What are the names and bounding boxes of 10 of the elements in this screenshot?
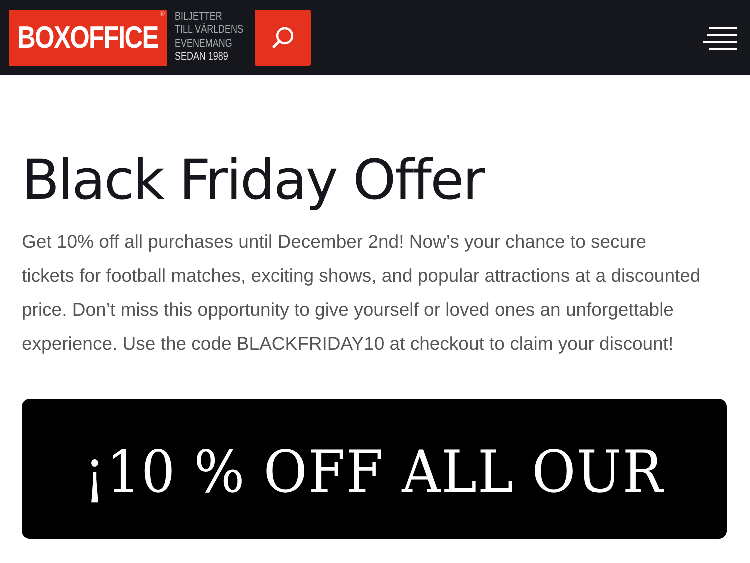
logo-tagline: TILL VÄRLDENS <box>175 24 244 38</box>
search-button[interactable] <box>254 10 311 66</box>
article-body: Get 10% off all purchases until December 2nd! Now’s your chance to secure tickets for football matches, exciting shows, and popular attractions at a discounted price. Don’t miss this opportunity to give yourself or loved ones an unforgettable experience. Use the code BLACKFRIDAY10 at checkout to claim your discount! <box>22 230 702 356</box>
search-icon <box>270 24 296 50</box>
logo-tagline: SEDAN 1989 <box>175 51 230 64</box>
logo-tagline: BILJETTER <box>175 10 224 23</box>
article-title: Black Friday Offer <box>22 147 486 214</box>
banner-headline: ¡10 % OFF ALL OUR <box>84 437 664 507</box>
logo-tagline: EVENEMANG <box>175 38 234 51</box>
menu-icon <box>703 24 737 50</box>
